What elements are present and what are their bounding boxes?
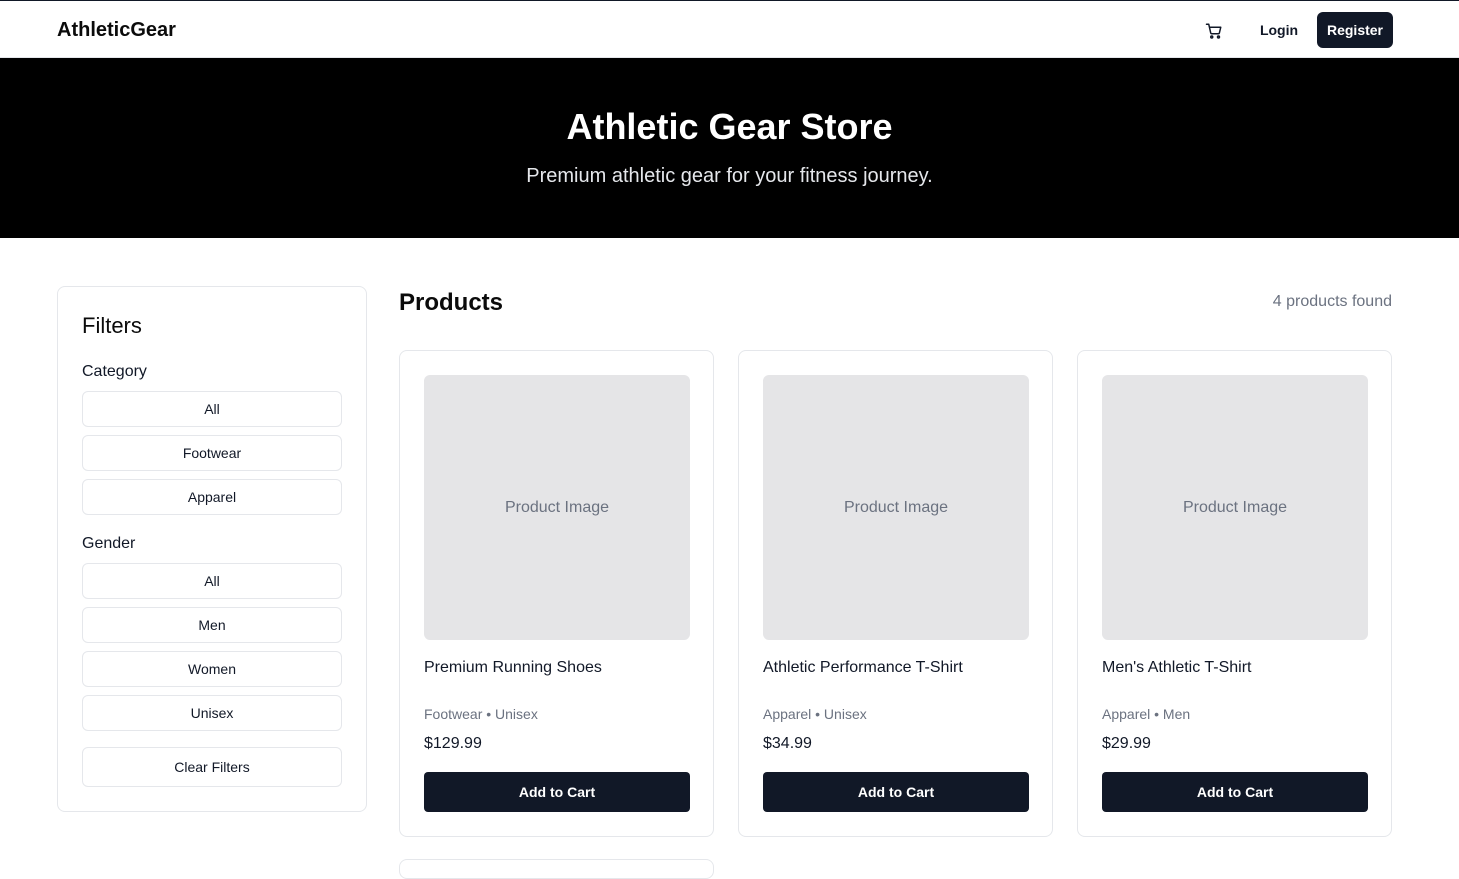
product-price: $129.99 — [424, 735, 482, 752]
product-card-partial — [399, 859, 714, 879]
top-navbar: AthleticGear Login Register — [0, 0, 1459, 58]
products-title: Products — [399, 289, 504, 316]
gender-filter-men[interactable]: Men — [82, 607, 342, 643]
category-filter-footwear[interactable]: Footwear — [82, 435, 342, 471]
product-card: Product Image Athletic Performance T-Shi… — [738, 350, 1053, 837]
category-filter-all[interactable]: All — [82, 391, 342, 427]
hero-banner: Athletic Gear Store Premium athletic gea… — [0, 58, 1459, 238]
gender-filter-unisex[interactable]: Unisex — [82, 695, 342, 731]
gender-filter-all[interactable]: All — [82, 563, 342, 599]
login-button[interactable]: Login — [1252, 12, 1306, 48]
hero-subtitle: Premium athletic gear for your fitness j… — [526, 165, 933, 187]
cart-button[interactable] — [1202, 19, 1226, 43]
product-price: $29.99 — [1102, 735, 1151, 752]
products-count: 4 products found — [1272, 293, 1392, 310]
category-filter-title: Category — [82, 363, 147, 380]
filters-title: Filters — [82, 313, 142, 338]
gender-filter-title: Gender — [82, 535, 136, 552]
gender-filter-women[interactable]: Women — [82, 651, 342, 687]
product-image[interactable]: Product Image — [763, 375, 1029, 640]
category-filter-apparel[interactable]: Apparel — [82, 479, 342, 515]
product-meta: Apparel • Unisex — [763, 706, 867, 722]
hero-title: Athletic Gear Store — [566, 106, 893, 147]
product-image[interactable]: Product Image — [424, 375, 690, 640]
product-meta: Footwear • Unisex — [424, 706, 538, 722]
product-name[interactable]: Athletic Performance T-Shirt — [763, 659, 963, 677]
product-card: Product Image Men's Athletic T-Shirt App… — [1077, 350, 1392, 837]
add-to-cart-button[interactable]: Add to Cart — [1102, 772, 1368, 812]
product-name[interactable]: Men's Athletic T-Shirt — [1102, 659, 1251, 677]
brand-logo[interactable]: AthleticGear — [57, 19, 176, 42]
product-price: $34.99 — [763, 735, 812, 752]
register-button[interactable]: Register — [1317, 12, 1393, 48]
add-to-cart-button[interactable]: Add to Cart — [424, 772, 690, 812]
clear-filters-button[interactable]: Clear Filters — [82, 747, 342, 787]
product-name[interactable]: Premium Running Shoes — [424, 659, 602, 677]
shopping-cart-icon — [1205, 23, 1222, 39]
add-to-cart-button[interactable]: Add to Cart — [763, 772, 1029, 812]
product-image[interactable]: Product Image — [1102, 375, 1368, 640]
product-meta: Apparel • Men — [1102, 706, 1191, 722]
filters-panel: Filters Category All Footwear Apparel Ge… — [57, 286, 367, 812]
product-card: Product Image Premium Running Shoes Foot… — [399, 350, 714, 837]
